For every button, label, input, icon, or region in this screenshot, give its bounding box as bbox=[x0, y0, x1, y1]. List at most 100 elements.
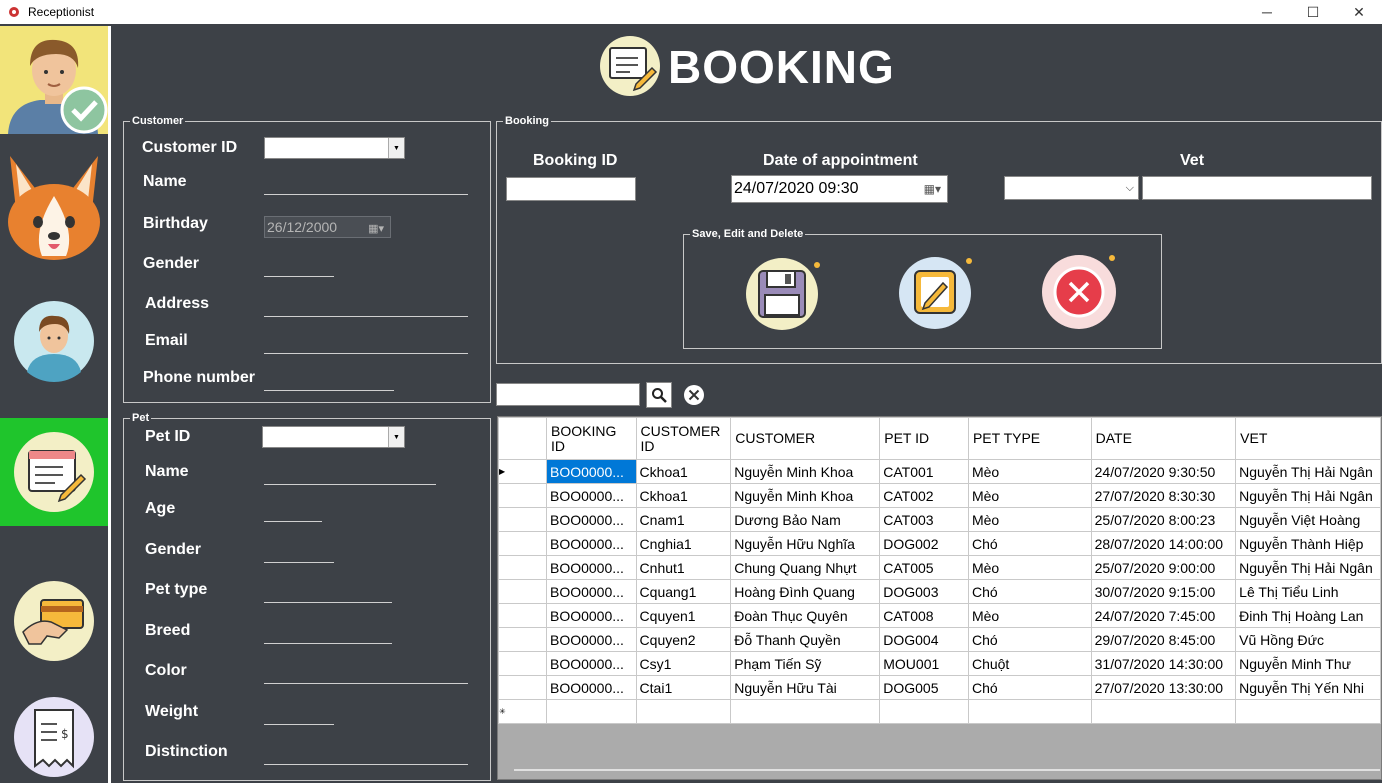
pet-gender-field[interactable] bbox=[264, 562, 334, 563]
table-cell[interactable]: Nguyễn Hữu Nghĩa bbox=[730, 531, 881, 556]
table-row[interactable]: BOO0000... Cquang1 Hoàng Đình Quang DOG003 C… bbox=[498, 579, 1381, 604]
table-cell[interactable]: Nguyễn Thị Hải Ngân bbox=[1235, 459, 1381, 484]
row-header[interactable] bbox=[498, 651, 547, 676]
table-row[interactable]: BOO0000... Cnhut1 Chung Quang Nhựt CAT005 Mè… bbox=[498, 555, 1381, 580]
table-cell[interactable]: Cnam1 bbox=[635, 507, 732, 532]
table-cell[interactable] bbox=[1090, 699, 1237, 724]
table-cell[interactable]: Cquang1 bbox=[635, 579, 732, 604]
table-cell[interactable]: Dương Bảo Nam bbox=[730, 507, 881, 532]
row-header[interactable] bbox=[498, 675, 547, 700]
column-header[interactable]: DATE bbox=[1090, 417, 1237, 460]
table-cell[interactable]: Nguyễn Thị Hải Ngân bbox=[1235, 555, 1381, 580]
table-cell[interactable]: Cquyen2 bbox=[635, 627, 732, 652]
table-cell[interactable]: Hoàng Đình Quang bbox=[730, 579, 881, 604]
table-cell[interactable]: Nguyễn Việt Hoàng bbox=[1235, 507, 1381, 532]
table-cell[interactable]: 27/07/2020 8:30:30 bbox=[1090, 483, 1237, 508]
customer-gender-field[interactable] bbox=[264, 276, 334, 277]
current-row-indicator-icon[interactable]: ▶ bbox=[498, 459, 547, 484]
table-cell[interactable]: 31/07/2020 14:30:00 bbox=[1090, 651, 1237, 676]
table-cell[interactable]: BOO0000... bbox=[545, 651, 637, 676]
row-header[interactable] bbox=[498, 555, 547, 580]
table-cell[interactable]: Nguyễn Minh Khoa bbox=[730, 483, 881, 508]
table-cell[interactable]: DOG003 bbox=[879, 579, 969, 604]
table-cell[interactable]: Mèo bbox=[967, 459, 1092, 484]
customer-phone-field[interactable] bbox=[264, 390, 394, 391]
table-cell[interactable]: Cnhut1 bbox=[635, 555, 732, 580]
table-cell[interactable]: Nguyễn Minh Khoa bbox=[730, 459, 881, 484]
table-cell[interactable]: Chó bbox=[967, 531, 1092, 556]
table-cell[interactable]: 28/07/2020 14:00:00 bbox=[1090, 531, 1237, 556]
table-cell[interactable] bbox=[545, 699, 637, 724]
table-cell[interactable]: CAT005 bbox=[879, 555, 969, 580]
table-cell[interactable]: CAT008 bbox=[879, 603, 969, 628]
pet-name-field[interactable] bbox=[264, 484, 436, 485]
table-cell[interactable]: Csy1 bbox=[635, 651, 732, 676]
table-cell[interactable]: Nguyễn Thị Yến Nhi bbox=[1235, 675, 1381, 700]
customer-id-select[interactable]: ▼ bbox=[264, 137, 405, 159]
table-cell[interactable]: Chó bbox=[967, 579, 1092, 604]
pet-id-select[interactable]: ▼ bbox=[262, 426, 405, 448]
table-cell[interactable]: BOO0000... bbox=[545, 675, 637, 700]
table-cell[interactable] bbox=[879, 699, 969, 724]
table-cell[interactable]: Mèo bbox=[967, 483, 1092, 508]
table-cell[interactable]: Cquyen1 bbox=[635, 603, 732, 628]
column-header[interactable]: PET TYPE bbox=[967, 417, 1092, 460]
table-cell[interactable]: DOG004 bbox=[879, 627, 969, 652]
table-cell[interactable]: BOO0000... bbox=[545, 531, 637, 556]
sidebar-item-customers[interactable] bbox=[0, 298, 108, 384]
customer-birthday-picker[interactable]: 26/12/2000 ▦▾ bbox=[264, 216, 391, 238]
delete-button[interactable] bbox=[1038, 250, 1124, 341]
search-input[interactable] bbox=[496, 383, 640, 406]
clear-search-button[interactable] bbox=[683, 384, 705, 406]
pet-breed-field[interactable] bbox=[264, 643, 392, 644]
column-header[interactable]: PET ID bbox=[879, 417, 969, 460]
table-row[interactable]: BOO0000... Csy1 Phạm Tiến Sỹ MOU001 Chuột 31/… bbox=[498, 651, 1381, 676]
table-row[interactable]: BOO0000... Ctai1 Nguyễn Hữu Tài DOG005 Chó 27… bbox=[498, 675, 1381, 700]
table-cell[interactable]: 29/07/2020 8:45:00 bbox=[1090, 627, 1237, 652]
customer-name-field[interactable] bbox=[264, 194, 468, 195]
table-cell[interactable]: CAT003 bbox=[879, 507, 969, 532]
table-row[interactable]: BOO0000... Cquyen1 Đoàn Thục Quyên CAT008 Mè… bbox=[498, 603, 1381, 628]
table-cell[interactable]: 24/07/2020 7:45:00 bbox=[1090, 603, 1237, 628]
table-cell[interactable]: BOO0000... bbox=[545, 627, 637, 652]
table-cell[interactable]: MOU001 bbox=[879, 651, 969, 676]
table-cell[interactable] bbox=[730, 699, 881, 724]
sidebar-item-payment[interactable] bbox=[0, 576, 108, 666]
table-row[interactable]: BOO0000... Cnam1 Dương Bảo Nam CAT003 Mèo 25/… bbox=[498, 507, 1381, 532]
new-row[interactable]: ✳ bbox=[498, 699, 1381, 724]
table-cell[interactable]: BOO0000... bbox=[545, 483, 637, 508]
search-button[interactable] bbox=[646, 382, 672, 408]
pet-distinction-field[interactable] bbox=[264, 764, 468, 765]
table-cell[interactable] bbox=[1235, 699, 1381, 724]
table-row[interactable]: BOO0000... Cquyen2 Đỗ Thanh Quyền DOG004 Chó… bbox=[498, 627, 1381, 652]
table-cell[interactable]: CAT001 bbox=[879, 459, 969, 484]
column-header[interactable]: VET bbox=[1235, 417, 1381, 460]
table-cell[interactable]: DOG002 bbox=[879, 531, 969, 556]
customer-email-field[interactable] bbox=[264, 353, 468, 354]
row-header[interactable] bbox=[498, 507, 547, 532]
table-cell[interactable]: Mèo bbox=[967, 507, 1092, 532]
table-cell[interactable]: Lê Thị Tiểu Linh bbox=[1235, 579, 1381, 604]
table-cell[interactable]: Phạm Tiến Sỹ bbox=[730, 651, 881, 676]
table-cell[interactable]: Đinh Thị Hoàng Lan bbox=[1235, 603, 1381, 628]
table-cell[interactable]: Chuột bbox=[967, 651, 1092, 676]
table-cell[interactable]: Mèo bbox=[967, 555, 1092, 580]
table-cell[interactable]: Đỗ Thanh Quyền bbox=[730, 627, 881, 652]
table-cell[interactable] bbox=[967, 699, 1092, 724]
column-header[interactable]: BOOKING ID bbox=[545, 417, 637, 460]
pet-type-field[interactable] bbox=[264, 602, 392, 603]
edit-button[interactable] bbox=[895, 253, 975, 338]
table-cell[interactable]: 25/07/2020 9:00:00 bbox=[1090, 555, 1237, 580]
table-cell[interactable]: BOO0000... bbox=[545, 603, 637, 628]
table-cell[interactable] bbox=[635, 699, 732, 724]
booking-id-input[interactable] bbox=[506, 177, 636, 201]
table-cell[interactable]: Nguyễn Thị Hải Ngân bbox=[1235, 483, 1381, 508]
pet-weight-field[interactable] bbox=[264, 724, 334, 725]
table-cell[interactable]: Đoàn Thục Quyên bbox=[730, 603, 881, 628]
sidebar-item-profile[interactable] bbox=[0, 26, 108, 134]
table-cell[interactable]: Ckhoa1 bbox=[635, 483, 732, 508]
table-cell[interactable]: 24/07/2020 9:30:50 bbox=[1090, 459, 1237, 484]
table-cell[interactable]: CAT002 bbox=[879, 483, 969, 508]
close-window-button[interactable]: ✕ bbox=[1336, 0, 1382, 24]
table-cell[interactable]: DOG005 bbox=[879, 675, 969, 700]
